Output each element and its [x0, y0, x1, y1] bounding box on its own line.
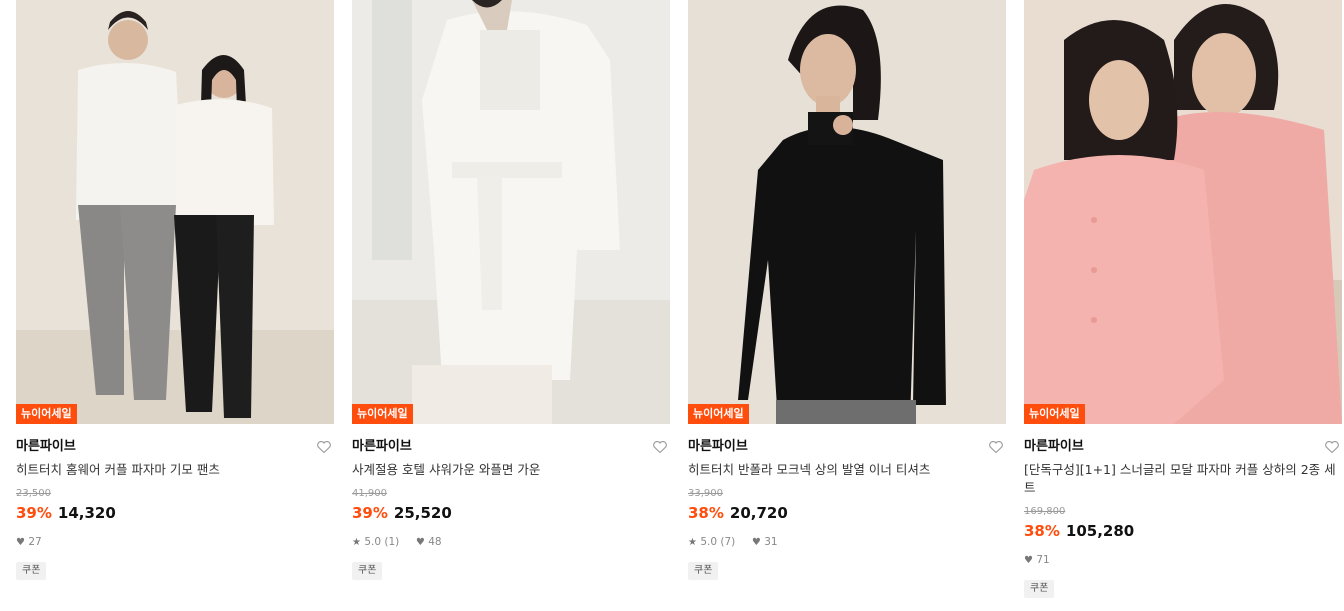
original-price: 169,800 [1024, 506, 1066, 517]
sale-badge: 뉴이어세일 [16, 404, 77, 424]
heart-filled-icon: ♥ [415, 537, 425, 548]
like-count: 71 [1036, 554, 1050, 566]
sale-badge: 뉴이어세일 [688, 404, 749, 424]
sale-price: 25,520 [393, 504, 452, 522]
product-photo [352, 0, 670, 424]
star-icon: ★ [688, 537, 697, 548]
rating: 5.0 [700, 536, 718, 548]
product-photo [688, 0, 1006, 424]
review-count: (7) [720, 536, 736, 548]
coupon-tag: 쿠폰 [352, 562, 383, 580]
product-meta: ♥ 71 [1024, 553, 1342, 568]
original-price: 41,900 [352, 488, 387, 499]
coupon-tag: 쿠폰 [688, 562, 719, 580]
product-info: 마른파이브 히트터치 반폴라 모크넥 상의 발열 이너 티셔츠 33,900 3… [688, 424, 1006, 580]
original-price: 33,900 [688, 488, 723, 499]
sale-badge: 뉴이어세일 [352, 404, 413, 424]
like-count: 31 [764, 536, 778, 548]
heart-filled-icon: ♥ [751, 537, 761, 548]
product-grid: 뉴이어세일 마른파이브 히트터치 홈웨어 커플 파자마 기모 팬츠 23,500… [0, 0, 1344, 611]
brand-name[interactable]: 마른파이브 [1024, 438, 1342, 456]
like-count: 48 [428, 536, 442, 548]
product-image[interactable]: 뉴이어세일 [16, 0, 334, 424]
product-info: 마른파이브 [단독구성][1+1] 스너글리 모달 파자마 커플 상하의 2종 … [1024, 424, 1342, 598]
coupon-tag: 쿠폰 [16, 562, 47, 580]
product-title[interactable]: 히트터치 반폴라 모크넥 상의 발열 이너 티셔츠 [688, 461, 1006, 479]
product-meta: ★ 5.0 (1) ♥ 48 [352, 535, 670, 550]
product-title[interactable]: 사계절용 호텔 샤워가운 와플면 가운 [352, 461, 670, 479]
heart-filled-icon: ♥ [1024, 555, 1033, 566]
sale-badge: 뉴이어세일 [1024, 404, 1085, 424]
product-title[interactable]: 히트터치 홈웨어 커플 파자마 기모 팬츠 [16, 461, 334, 479]
product-info: 마른파이브 히트터치 홈웨어 커플 파자마 기모 팬츠 23,500 39% 14… [16, 424, 334, 580]
price-row: 38% 105,280 [1024, 521, 1342, 541]
like-count: 27 [28, 536, 42, 548]
product-card[interactable]: 뉴이어세일 마른파이브 히트터치 반폴라 모크넥 상의 발열 이너 티셔츠 33… [688, 0, 1006, 580]
heart-icon[interactable] [652, 439, 668, 455]
price-row: 38% 20,720 [688, 503, 1006, 523]
product-card[interactable]: 뉴이어세일 마른파이브 [단독구성][1+1] 스너글리 모달 파자마 커플 상… [1024, 0, 1342, 598]
sale-price: 14,320 [57, 504, 116, 522]
original-price: 23,500 [16, 488, 51, 499]
product-image[interactable]: 뉴이어세일 [352, 0, 670, 424]
discount-rate: 39% [16, 504, 52, 522]
review-count: (1) [384, 536, 400, 548]
heart-icon[interactable] [988, 439, 1004, 455]
product-meta: ♥ 27 [16, 535, 334, 550]
sale-price: 105,280 [1065, 522, 1135, 540]
brand-name[interactable]: 마른파이브 [16, 438, 334, 456]
product-image[interactable]: 뉴이어세일 [688, 0, 1006, 424]
discount-rate: 39% [352, 504, 388, 522]
sale-price: 20,720 [729, 504, 788, 522]
heart-icon[interactable] [316, 439, 332, 455]
product-meta: ★ 5.0 (7) ♥ 31 [688, 535, 1006, 550]
price-row: 39% 25,520 [352, 503, 670, 523]
product-photo [16, 0, 334, 424]
star-icon: ★ [352, 537, 361, 548]
price-row: 39% 14,320 [16, 503, 334, 523]
product-card[interactable]: 뉴이어세일 마른파이브 히트터치 홈웨어 커플 파자마 기모 팬츠 23,500… [16, 0, 334, 580]
product-title[interactable]: [단독구성][1+1] 스너글리 모달 파자마 커플 상하의 2종 세트 [1024, 461, 1342, 497]
rating: 5.0 [364, 536, 382, 548]
product-image[interactable]: 뉴이어세일 [1024, 0, 1342, 424]
discount-rate: 38% [688, 504, 724, 522]
brand-name[interactable]: 마른파이브 [352, 438, 670, 456]
discount-rate: 38% [1024, 522, 1060, 540]
heart-icon[interactable] [1324, 439, 1340, 455]
product-photo [1024, 0, 1342, 424]
brand-name[interactable]: 마른파이브 [688, 438, 1006, 456]
product-info: 마른파이브 사계절용 호텔 샤워가운 와플면 가운 41,900 39% 25,5… [352, 424, 670, 580]
coupon-tag: 쿠폰 [1024, 580, 1055, 598]
product-card[interactable]: 뉴이어세일 마른파이브 사계절용 호텔 샤워가운 와플면 가운 41,900 3… [352, 0, 670, 580]
heart-filled-icon: ♥ [16, 537, 25, 548]
